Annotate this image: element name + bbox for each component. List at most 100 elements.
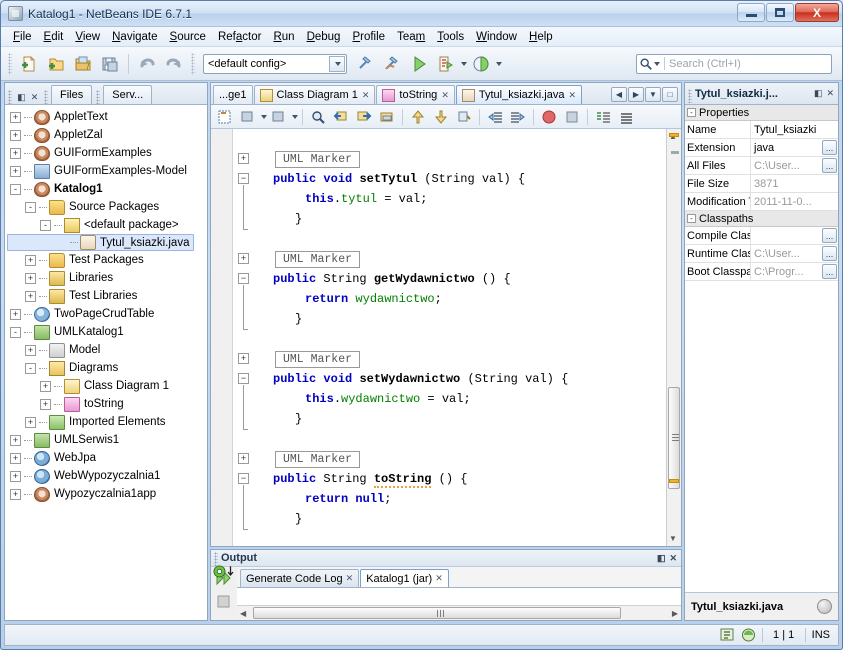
menu-edit[interactable]: Edit — [38, 29, 70, 45]
previous-bookmark-icon[interactable] — [237, 107, 259, 127]
property-value[interactable]: C:\User...... — [751, 157, 838, 174]
toggle-rectangular-selection-icon[interactable] — [214, 107, 236, 127]
new-project-icon[interactable] — [43, 51, 69, 77]
fold-method-toggle[interactable]: − — [238, 173, 249, 184]
minimize-window-icon[interactable]: ◧ — [15, 91, 28, 104]
menu-run[interactable]: Run — [267, 29, 300, 45]
tree-collapse-icon[interactable]: - — [40, 219, 51, 231]
next-error-icon[interactable] — [430, 107, 452, 127]
profile-icon[interactable] — [468, 51, 494, 77]
tree-expand-icon[interactable]: + — [10, 111, 21, 123]
close-button[interactable]: X — [795, 3, 839, 22]
code-editor[interactable]: + − + − + − + − UML Marker public void setTytul … — [211, 129, 681, 578]
property-row[interactable]: Modification Ti 2011-11-0... — [685, 193, 838, 211]
properties-close-icon[interactable]: ✕ — [826, 88, 834, 99]
fold-marker-toggle[interactable]: + — [238, 153, 249, 164]
tree-collapse-icon[interactable]: - — [25, 201, 36, 213]
output-minimize-icon[interactable]: ◧ — [657, 553, 666, 564]
property-editor-button[interactable]: ... — [822, 140, 837, 155]
notifications-icon[interactable] — [741, 628, 756, 642]
editor-tab[interactable]: toString ✕ — [376, 85, 455, 104]
close-window-icon[interactable]: ✕ — [28, 91, 41, 104]
tree-item[interactable]: - Katalog1 — [7, 180, 207, 198]
editor-tab[interactable]: Tytul_ksiazki.java ✕ — [455, 85, 582, 104]
property-row[interactable]: Boot ClasspathC:\Progr...... — [685, 263, 838, 281]
next-bookmark-icon[interactable] — [268, 107, 290, 127]
maximize-button[interactable] — [766, 3, 794, 22]
menu-file[interactable]: File — [7, 29, 38, 45]
explorer-grip[interactable] — [8, 90, 12, 104]
run-icon[interactable] — [406, 51, 432, 77]
tree-item[interactable]: + Model — [7, 341, 207, 359]
save-all-icon[interactable] — [97, 51, 123, 77]
output-horizontal-scrollbar[interactable]: ◀ ▶ — [237, 605, 681, 620]
property-editor-button[interactable]: ... — [822, 228, 837, 243]
code-text[interactable]: UML Marker public void setTytul (String v… — [255, 129, 666, 546]
tree-expand-icon[interactable]: + — [10, 165, 21, 177]
property-row[interactable]: File Size 3871 — [685, 175, 838, 193]
new-file-icon[interactable] — [16, 51, 42, 77]
tree-collapse-icon[interactable]: - — [10, 326, 21, 338]
tree-item[interactable]: + UMLSerwis1 — [7, 431, 207, 449]
fold-marker-toggle[interactable]: + — [238, 253, 249, 264]
tree-item[interactable]: + GUIFormExamples — [7, 144, 207, 162]
fold-method-toggle[interactable]: − — [238, 373, 249, 384]
find-next-icon[interactable] — [353, 107, 375, 127]
scroll-tabs-right-button[interactable]: ▶ — [628, 87, 644, 102]
property-value[interactable]: 3871 — [751, 175, 838, 192]
property-value[interactable]: ... — [751, 227, 838, 244]
section-collapse-icon[interactable]: - — [687, 214, 696, 223]
close-tab-icon[interactable]: ✕ — [362, 90, 370, 101]
debug-dropdown-icon[interactable] — [461, 61, 467, 66]
tree-item[interactable]: - Source Packages — [7, 198, 207, 216]
output-grip[interactable] — [214, 552, 218, 566]
clean-build-icon[interactable] — [379, 51, 405, 77]
properties-section-header[interactable]: - Properties — [685, 105, 838, 121]
start-macro-recording-icon[interactable] — [538, 107, 560, 127]
property-row[interactable]: Extension java... — [685, 139, 838, 157]
tab-files[interactable]: Files — [51, 85, 93, 104]
toggle-bookmark-icon[interactable] — [453, 107, 475, 127]
menu-tools[interactable]: Tools — [431, 29, 470, 45]
toolbar-grip[interactable] — [8, 52, 12, 75]
menu-window[interactable]: Window — [470, 29, 523, 45]
close-output-tab-icon[interactable]: ✕ — [346, 573, 354, 584]
error-stripe-mark[interactable] — [671, 151, 679, 154]
tree-item[interactable]: + TwoPageCrudTable — [7, 305, 207, 323]
bookmark-dropdown-icon[interactable] — [261, 114, 267, 119]
comment-icon[interactable] — [592, 107, 614, 127]
find-previous-icon[interactable] — [330, 107, 352, 127]
project-config-select[interactable]: <default config> — [203, 53, 347, 74]
tree-item[interactable]: - UMLKatalog1 — [7, 323, 207, 341]
uncomment-icon[interactable] — [615, 107, 637, 127]
open-project-icon[interactable] — [70, 51, 96, 77]
output-scroll-thumb[interactable] — [253, 607, 621, 619]
tree-collapse-icon[interactable]: - — [25, 362, 36, 374]
property-value[interactable]: Tytul_ksiazki — [751, 121, 838, 138]
tree-expand-icon[interactable]: + — [10, 147, 21, 159]
search-options-icon[interactable] — [654, 61, 660, 66]
shift-line-left-icon[interactable] — [484, 107, 506, 127]
insert-mode-icon[interactable] — [720, 628, 735, 642]
section-collapse-icon[interactable]: - — [687, 108, 696, 117]
properties-grip[interactable] — [688, 88, 692, 103]
menu-profile[interactable]: Profile — [346, 29, 391, 45]
tree-expand-icon[interactable]: + — [40, 398, 51, 410]
tree-expand-icon[interactable]: + — [10, 470, 21, 482]
tree-item[interactable]: - Diagrams — [7, 359, 207, 377]
debug-icon[interactable] — [433, 51, 459, 77]
scroll-right-arrow-icon[interactable]: ▶ — [672, 609, 678, 618]
close-tab-icon[interactable]: ✕ — [441, 90, 449, 101]
menu-view[interactable]: View — [69, 29, 106, 45]
tree-item[interactable]: - <default package> — [7, 216, 207, 234]
bookmark-dropdown-2-icon[interactable] — [292, 114, 298, 119]
glyph-gutter[interactable] — [211, 129, 234, 578]
output-close-icon[interactable]: ✕ — [669, 553, 677, 564]
close-output-tab-icon[interactable]: ✕ — [435, 573, 443, 584]
tree-item[interactable]: + Class Diagram 1 — [7, 377, 207, 395]
menu-help[interactable]: Help — [523, 29, 559, 45]
tree-item[interactable]: + toString — [7, 395, 207, 413]
close-tab-icon[interactable]: ✕ — [568, 90, 576, 101]
minimize-button[interactable] — [737, 3, 765, 22]
toolbar-grip-2[interactable] — [191, 52, 195, 75]
